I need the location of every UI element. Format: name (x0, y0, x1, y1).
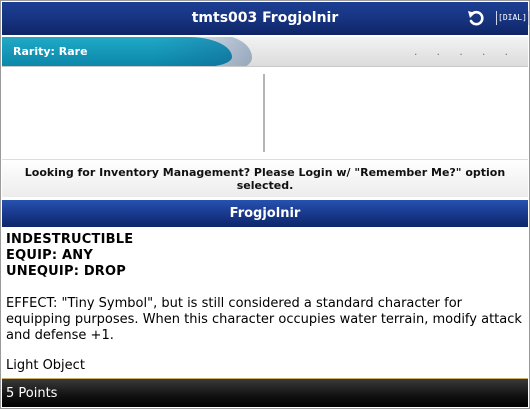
page-title: tmts003 Frogjolnir (191, 10, 339, 26)
keyword-unequip: UNEQUIP: DROP (6, 264, 126, 279)
keyword-indestructible: INDESTRUCTIBLE (6, 232, 134, 247)
card-name-bar: Frogjolnir (2, 200, 528, 227)
title-bar: tmts003 Frogjolnir [DIAL] (2, 2, 529, 35)
card-type: Light Object (6, 358, 85, 373)
card-effect-text: EFFECT: "Tiny Symbol", but is still cons… (6, 296, 522, 343)
card-image-area (2, 68, 528, 158)
dial-button[interactable]: [DIAL] (496, 11, 529, 25)
keyword-equip: EQUIP: ANY (6, 248, 93, 263)
rarity-swoosh-shade (152, 37, 252, 66)
image-divider (263, 74, 265, 152)
card-name: Frogjolnir (229, 206, 301, 221)
rarity-label: Rarity: Rare (13, 45, 88, 58)
back-button[interactable] (466, 8, 486, 28)
back-arrow-icon (468, 10, 484, 26)
login-notice: Looking for Inventory Management? Please… (2, 159, 528, 197)
card-window: tmts003 Frogjolnir [DIAL] Rarity: Rare .… (0, 0, 530, 409)
points-bar: 5 Points (2, 378, 528, 407)
rarity-bar: Rarity: Rare . . . . . (2, 37, 528, 67)
points-value: 5 Points (6, 386, 58, 401)
rarity-dots: . . . . . (413, 44, 516, 58)
card-body: INDESTRUCTIBLE EQUIP: ANY UNEQUIP: DROP … (6, 232, 524, 374)
